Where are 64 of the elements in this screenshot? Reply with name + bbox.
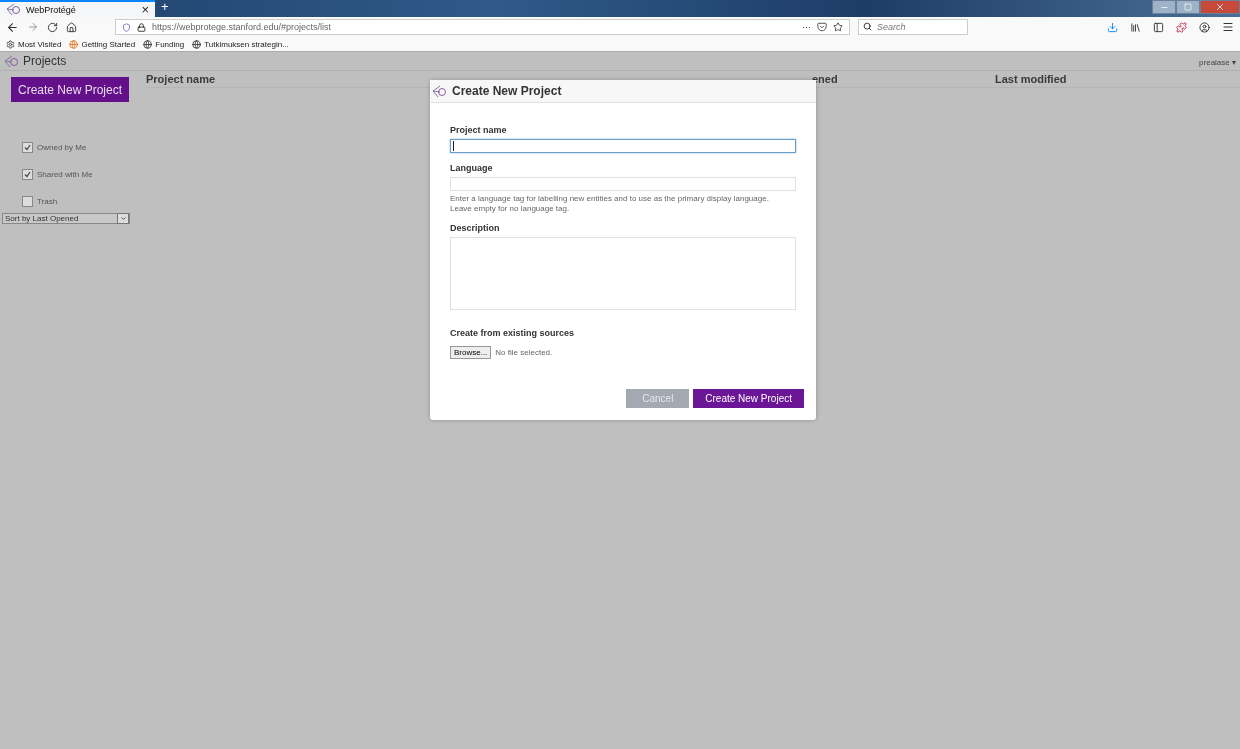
pocket-button[interactable]	[817, 22, 827, 32]
bookmark-link[interactable]: Getting Started	[69, 39, 136, 49]
field-label: Description	[450, 223, 501, 234]
app-logo-icon	[6, 3, 22, 16]
close-window-button[interactable]	[1200, 0, 1240, 14]
browse-button[interactable]: Browse...	[450, 346, 492, 360]
column-header: Project name	[146, 73, 217, 85]
search-icon	[863, 22, 872, 31]
close-icon	[1215, 2, 1225, 12]
filter-checkbox[interactable]: Trash	[22, 196, 146, 207]
help-text: Enter a language tag for labelling new entities and to use as the primary display language. Leave empty for no language tag.	[450, 194, 770, 214]
app-logo-icon	[4, 54, 20, 68]
text-cursor	[453, 141, 454, 151]
input-field[interactable]	[450, 139, 796, 153]
app-title: Projects	[23, 54, 67, 68]
bookmark-star-button[interactable]	[833, 22, 843, 32]
field-label: Project name	[450, 125, 508, 135]
page-actions-button[interactable]: ···	[802, 22, 811, 32]
filter-checkbox[interactable]: Owned by Me	[22, 142, 146, 153]
library-button[interactable]	[1130, 21, 1141, 33]
extension-button[interactable]	[1176, 21, 1187, 33]
url-text: https://webprotege.stanford.edu/#projects/list	[152, 22, 333, 32]
download-button[interactable]	[1107, 21, 1118, 33]
globe-icon	[192, 39, 202, 49]
description-field[interactable]	[450, 237, 796, 311]
shield-icon	[122, 22, 131, 32]
filter-checkbox[interactable]: Shared with Me	[22, 169, 146, 180]
account-button[interactable]	[1199, 21, 1210, 33]
lock-icon	[137, 22, 146, 32]
checkbox[interactable]	[22, 169, 33, 180]
dialog-title: Create New Project	[452, 84, 562, 98]
create-button[interactable]: Create New Project	[693, 389, 804, 408]
globe-icon	[143, 39, 153, 49]
file-status: No file selected.	[495, 348, 553, 358]
app-logo-icon	[432, 84, 448, 98]
user-menu[interactable]: preaiase ▾	[1199, 57, 1236, 67]
browser-tab[interactable]: WebProtégé ×	[0, 0, 155, 17]
maximize-icon	[1184, 3, 1192, 11]
search-field[interactable]: Search	[858, 19, 968, 35]
maximize-button[interactable]	[1176, 0, 1200, 14]
reload-button[interactable]	[47, 21, 58, 33]
tab-title: WebProtégé	[26, 4, 77, 15]
checkbox[interactable]	[22, 142, 33, 153]
menu-button[interactable]	[1222, 21, 1234, 33]
field-label: Create from existing sources	[450, 328, 576, 339]
bookmark-link[interactable]: Funding	[143, 39, 185, 49]
column-header: Last modified	[995, 73, 1068, 85]
sort-dropdown[interactable]: Sort by Last Opened	[2, 213, 130, 224]
sidebar-button[interactable]	[1153, 21, 1164, 33]
field-label: Language	[450, 163, 494, 173]
close-tab-button[interactable]: ×	[141, 3, 149, 16]
checkmark-icon	[24, 144, 31, 151]
browser-icon	[69, 39, 79, 49]
bookmark-link[interactable]: Tutkimuksen strategin...	[192, 39, 289, 49]
create-project-button[interactable]: Create New Project	[11, 77, 129, 102]
back-button[interactable]	[6, 20, 19, 34]
address-bar[interactable]: https://webprotege.stanford.edu/#projects/list ···	[115, 19, 850, 35]
new-tab-button[interactable]: +	[155, 0, 175, 17]
checkbox[interactable]	[22, 196, 33, 207]
bookmark-link[interactable]: Most Visited	[6, 39, 62, 49]
dropdown-icon	[119, 215, 127, 222]
checkmark-icon	[24, 171, 31, 178]
home-button[interactable]	[66, 21, 77, 33]
gear-icon	[6, 39, 15, 49]
